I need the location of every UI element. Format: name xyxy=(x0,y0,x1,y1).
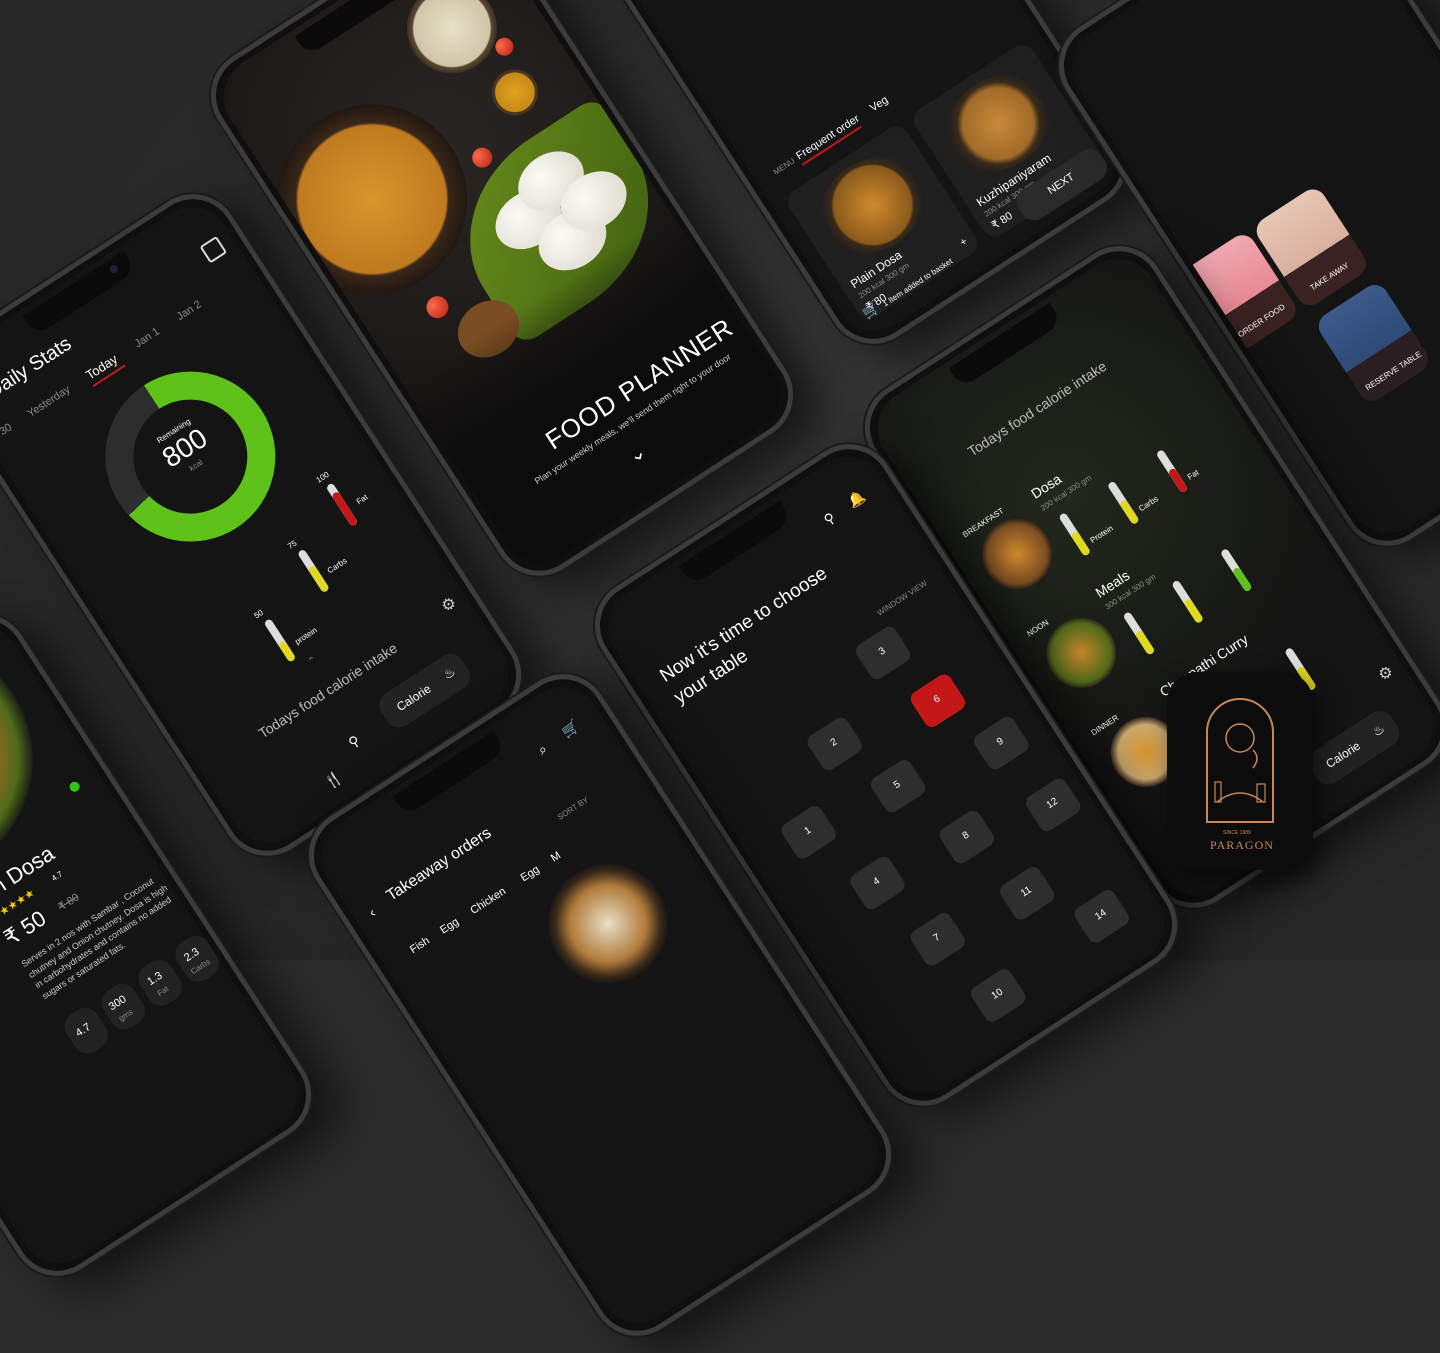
breakfast-protein-bar xyxy=(1058,512,1092,557)
protein-label: Protein xyxy=(1088,523,1115,545)
order-food-label: ORDER FOOD xyxy=(1236,302,1287,340)
carbs-value: 75 xyxy=(286,538,299,551)
takeaway-food-image xyxy=(524,840,691,1007)
meal-slot: NOON xyxy=(1025,617,1051,639)
fat-label: Fat xyxy=(1185,467,1201,482)
meals-thumb xyxy=(1032,604,1130,702)
intake-title: Todays food calorie intake xyxy=(255,639,401,742)
table-8[interactable]: 8 xyxy=(936,807,997,867)
calendar-icon[interactable] xyxy=(199,235,228,264)
day-tab-yesterday[interactable]: Yesterday xyxy=(25,383,72,419)
table-12[interactable]: 12 xyxy=(1022,775,1084,835)
carbs-bar xyxy=(297,548,330,594)
badge-since: SINCE 1989 xyxy=(1223,830,1251,836)
filter-egg-2[interactable]: Egg xyxy=(519,864,542,885)
settings-icon[interactable]: ⚙ xyxy=(437,592,460,617)
noon-carbs-bar xyxy=(1171,579,1205,625)
tomato-1 xyxy=(468,143,497,172)
flame-icon: ♨ xyxy=(440,663,459,683)
calorie-button-label: Calorie xyxy=(1323,738,1363,772)
noon-fat-bar xyxy=(1219,547,1253,593)
reserve-table-label: RESERVE TABLE xyxy=(1363,349,1424,393)
veg-tab[interactable]: Veg xyxy=(868,94,890,114)
filter-egg[interactable]: Egg xyxy=(438,916,461,937)
calorie-button-label: Calorie xyxy=(394,681,434,715)
table-3[interactable]: 3 xyxy=(852,623,914,683)
table-10[interactable]: 10 xyxy=(967,966,1029,1025)
paragon-app-icon[interactable]: SINCE 1989 PARAGON xyxy=(1167,672,1313,870)
add-item1-icon[interactable]: + xyxy=(958,236,970,250)
reserve-table-card[interactable]: RESERVE TABLE xyxy=(1313,279,1434,407)
paniyaram-image xyxy=(927,55,1069,192)
cart-icon[interactable]: 🛒 xyxy=(559,717,583,741)
calorie-button[interactable]: Calorie ♨ xyxy=(374,648,476,733)
day-tab-jan2[interactable]: Jan 2 xyxy=(175,298,204,323)
next-button-label: NEXT xyxy=(1045,170,1077,198)
dosa-old-price: ₹ 80 xyxy=(56,891,82,914)
fat-label: Fat xyxy=(354,492,370,507)
location-icon[interactable]: ⚲ xyxy=(821,509,839,529)
day-tab-jan1[interactable]: Jan 1 xyxy=(133,326,162,351)
window-view-label: WINDOW VIEW xyxy=(875,578,929,618)
chevron-up-icon[interactable]: ˆ xyxy=(307,654,320,670)
dosa-plate-image xyxy=(801,137,944,273)
fat-value: 100 xyxy=(314,469,331,485)
filter-more[interactable]: M xyxy=(549,850,563,865)
table-4[interactable]: 4 xyxy=(847,853,908,913)
takeaway-title: Takeaway orders xyxy=(383,824,495,905)
take-away-label: TAKE AWAY xyxy=(1308,260,1351,293)
table-1[interactable]: 1 xyxy=(778,803,839,862)
breakfast-carbs-bar xyxy=(1106,480,1140,526)
menu-tab[interactable]: MENU xyxy=(772,156,797,176)
intake-title: Todays food calorie intake xyxy=(964,357,1110,460)
protein-bar xyxy=(263,618,297,663)
flame-icon: ♨ xyxy=(1369,720,1388,740)
table-5[interactable]: 5 xyxy=(867,756,929,816)
carbs-label: Carbs xyxy=(325,556,349,576)
dosa-rating: 4.7 xyxy=(49,869,65,884)
tomato-2 xyxy=(422,291,453,323)
day-tab-jun30[interactable]: Jun 30 xyxy=(0,421,14,449)
sort-by-label[interactable]: SORT BY xyxy=(556,795,590,822)
bell-icon[interactable]: 🔔 xyxy=(845,487,869,511)
settings-icon[interactable]: ⚙ xyxy=(1374,661,1397,686)
filter-fish[interactable]: Fish xyxy=(408,935,432,956)
fat-bar xyxy=(325,482,359,528)
table-11[interactable]: 11 xyxy=(996,863,1058,923)
carbs-label: Carbs xyxy=(1137,494,1160,514)
noon-protein-bar xyxy=(1122,611,1156,656)
spice-bowl xyxy=(483,60,547,125)
filter-chicken[interactable]: Chicken xyxy=(468,885,508,917)
breakfast-fat-bar xyxy=(1155,448,1189,494)
location-icon[interactable]: ⚲ xyxy=(345,732,363,752)
back-arrow-icon[interactable]: ‹ xyxy=(366,904,379,920)
table-2[interactable]: 2 xyxy=(804,714,865,774)
table-14[interactable]: 14 xyxy=(1071,886,1132,946)
protein-label: protein xyxy=(293,625,319,647)
calorie-button[interactable]: Calorie ♨ xyxy=(1303,705,1405,790)
search-icon[interactable]: ⌕ xyxy=(535,740,551,759)
table-6-selected[interactable]: 6 xyxy=(907,671,969,731)
protein-value: 50 xyxy=(252,608,265,621)
fork-knife-icon[interactable]: 🍴 xyxy=(322,768,346,792)
table-9[interactable]: 9 xyxy=(971,713,1032,773)
veg-indicator xyxy=(67,779,82,794)
badge-brand: PARAGON xyxy=(1210,838,1274,852)
